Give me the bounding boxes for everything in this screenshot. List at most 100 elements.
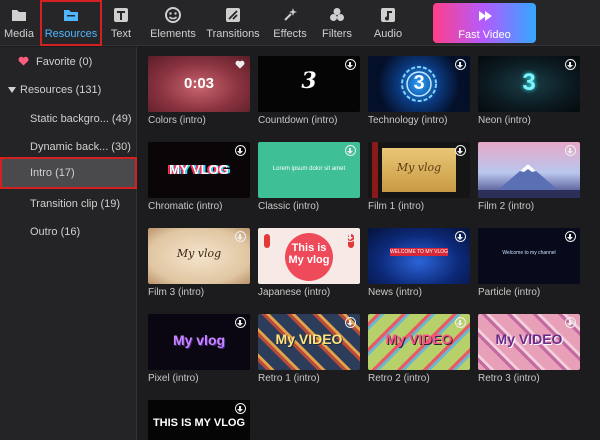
card-label: Neon (intro) (478, 115, 531, 126)
thumbnail: 3 (258, 56, 360, 112)
tab-effects[interactable]: Effects (270, 0, 310, 46)
download-icon[interactable] (565, 231, 576, 242)
thumbnail-text: 3 (413, 72, 425, 94)
sidebar-item-favorite[interactable]: Favorite (0) (0, 48, 137, 76)
thumbnail-text: My VIDEO (275, 331, 343, 347)
tab-resources[interactable]: Resources (40, 0, 102, 46)
thumbnail: My VIDEO (478, 314, 580, 370)
thumbnail: Lorem ipsum dolor sit amet (258, 142, 360, 198)
sidebar-item-intro[interactable]: Intro (17) (0, 157, 137, 189)
effects-sparkle-icon (284, 8, 297, 21)
sidebar-group-resources[interactable]: Resources (131) (0, 76, 137, 104)
card-label: Pixel (intro) (148, 373, 199, 384)
thumbnail: 3 (368, 56, 470, 112)
tab-filters[interactable]: Filters (318, 0, 356, 46)
download-icon[interactable] (345, 317, 356, 328)
thumbnail: 3 (478, 56, 580, 112)
card-label: Classic (intro) (258, 201, 320, 212)
card-label: Film 3 (intro) (148, 287, 205, 298)
thumbnail (478, 142, 580, 198)
download-icon[interactable] (455, 231, 466, 242)
download-icon[interactable] (455, 317, 466, 328)
download-icon[interactable] (345, 59, 356, 70)
top-toolbar: Media Resources Text Elements Transition… (0, 0, 600, 46)
card-label: Particle (intro) (478, 287, 541, 298)
thumbnail: My VIDEO (258, 314, 360, 370)
tab-label: Elements (150, 28, 196, 40)
tab-transitions[interactable]: Transitions (204, 0, 262, 46)
tab-label: Transitions (206, 28, 260, 40)
download-icon[interactable] (235, 231, 246, 242)
thumbnail: My vlog (368, 142, 470, 198)
download-icon[interactable] (565, 145, 576, 156)
download-icon[interactable] (345, 145, 356, 156)
tab-audio[interactable]: Audio (370, 0, 406, 46)
thumbnail-text: My vlog (176, 247, 222, 260)
download-icon[interactable] (455, 59, 466, 70)
thumbnail-text: My vlog (396, 161, 442, 174)
thumbnail: 0:03 (148, 56, 250, 112)
thumbnail-text: WELCOME TO MY VLOG (389, 249, 449, 255)
tab-label: Text (110, 28, 132, 40)
tab-label: Media (4, 28, 34, 40)
download-icon[interactable] (235, 145, 246, 156)
sidebar-item-transition-clip[interactable]: Transition clip (19) (0, 190, 137, 218)
card-label: Colors (intro) (148, 115, 206, 126)
sidebar-item-outro[interactable]: Outro (16) (0, 218, 137, 246)
card-label: Film 2 (intro) (478, 201, 535, 212)
tab-text[interactable]: Text (104, 0, 138, 46)
download-icon[interactable] (345, 231, 356, 242)
card-label: Japanese (intro) (258, 287, 331, 298)
tab-media[interactable]: Media (0, 0, 38, 46)
thumbnail-text: 0:03 (183, 75, 215, 92)
download-icon[interactable] (565, 59, 576, 70)
sidebar-item-label: Outro (16) (30, 226, 81, 238)
sidebar-item-label: Transition clip (19) (30, 198, 121, 210)
chevron-down-icon (8, 87, 16, 93)
tab-label: Resources (44, 28, 98, 40)
fast-video-button[interactable]: Fast Video (433, 3, 536, 43)
thumbnail-text: MY VLOG (169, 162, 229, 177)
text-icon (114, 8, 128, 22)
resources-sidebar: Favorite (0) Resources (131) Static back… (0, 47, 137, 440)
thumbnail: My vlog (148, 314, 250, 370)
card-label: Technology (intro) (368, 115, 448, 126)
thumbnail-text: THIS IS MY VLOG (152, 417, 246, 429)
transitions-icon (226, 8, 240, 22)
resources-folder-icon (64, 10, 78, 21)
card-label: Film 1 (intro) (368, 201, 425, 212)
resource-grid: 0:03 Colors (intro) 3 Countdown (intro) … (138, 47, 600, 440)
thumbnail: WELCOME TO MY VLOG (368, 228, 470, 284)
tab-label: Effects (273, 28, 307, 40)
folder-icon (12, 10, 26, 21)
tab-elements[interactable]: Elements (146, 0, 200, 46)
thumbnail: MY VLOG (148, 142, 250, 198)
thumbnail-text: Lorem ipsum dolor sit amet (272, 166, 346, 172)
heart-icon (18, 56, 29, 66)
thumbnail: This is My vlog (258, 228, 360, 284)
download-icon[interactable] (455, 145, 466, 156)
download-icon[interactable] (565, 317, 576, 328)
sidebar-item-label: Static backgro... (49) (30, 113, 132, 125)
thumbnail: THIS IS MY VLOG (148, 400, 250, 440)
tab-label: Audio (373, 28, 403, 40)
sidebar-item-label: Favorite (0) (36, 56, 93, 68)
heart-icon[interactable] (235, 60, 245, 69)
fast-forward-icon (479, 11, 492, 21)
download-icon[interactable] (235, 403, 246, 414)
sidebar-item-label: Resources (131) (20, 84, 102, 96)
card-label: Countdown (intro) (258, 115, 338, 126)
card-label: Retro 2 (intro) (368, 373, 430, 384)
sidebar-item-static-background[interactable]: Static backgro... (49) (0, 105, 137, 133)
thumbnail-text: My vlog (172, 332, 226, 348)
thumbnail: Welcome to my channel (478, 228, 580, 284)
thumbnail-text: 3 (522, 69, 536, 96)
download-icon[interactable] (235, 317, 246, 328)
music-note-icon (381, 8, 395, 22)
filters-circles-icon (330, 8, 344, 21)
thumbnail-text: My VIDEO (385, 331, 453, 347)
thumbnail-text: Welcome to my channel (502, 250, 556, 256)
fast-video-label: Fast Video (458, 29, 511, 41)
thumbnail: My vlog (148, 228, 250, 284)
thumbnail-text: This is My vlog (288, 242, 330, 266)
